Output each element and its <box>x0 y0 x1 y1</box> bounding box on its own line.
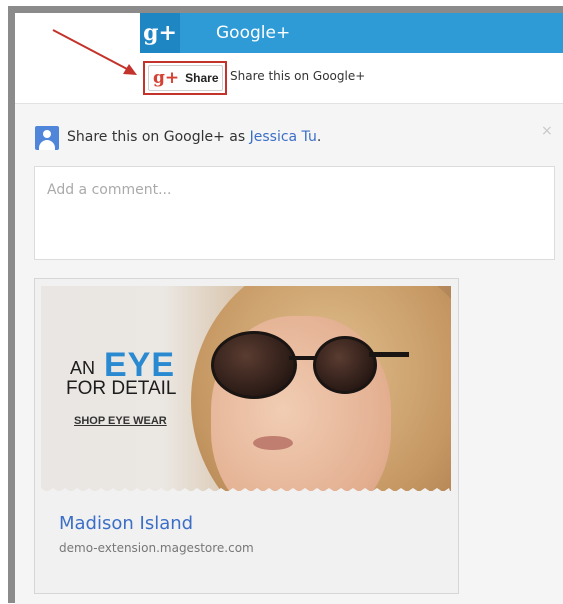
share-as-suffix: . <box>316 129 322 145</box>
share-as-text: Share this on Google+ as Jessica Tu. <box>67 129 321 145</box>
comment-input[interactable] <box>34 166 555 260</box>
window-frame-left <box>8 6 15 603</box>
ad-shop-link: SHOP EYE WEAR <box>74 415 167 427</box>
share-button-label: Share <box>185 71 219 85</box>
image-zigzag-edge <box>41 488 451 494</box>
google-plus-header: g+ Google+ <box>140 13 563 53</box>
ad-headline-for-detail: FOR DETAIL <box>66 378 177 399</box>
header-title: Google+ <box>216 23 291 43</box>
user-avatar-icon <box>35 126 59 150</box>
google-plus-logo-icon: g+ <box>140 13 180 53</box>
window-frame-top <box>8 6 563 13</box>
preview-url: demo-extension.magestore.com <box>59 541 254 555</box>
share-button[interactable]: g+ Share <box>148 65 223 91</box>
annotation-arrow-icon <box>52 29 137 75</box>
close-icon[interactable]: × <box>541 123 553 139</box>
preview-title-link[interactable]: Madison Island <box>59 513 193 534</box>
google-plus-icon: g+ <box>153 68 180 88</box>
share-as-prefix: Share this on Google+ as <box>67 129 250 145</box>
share-caption: Share this on Google+ <box>230 69 366 83</box>
ad-headline-an: AN <box>70 358 96 378</box>
user-name-link[interactable]: Jessica Tu <box>250 129 317 145</box>
